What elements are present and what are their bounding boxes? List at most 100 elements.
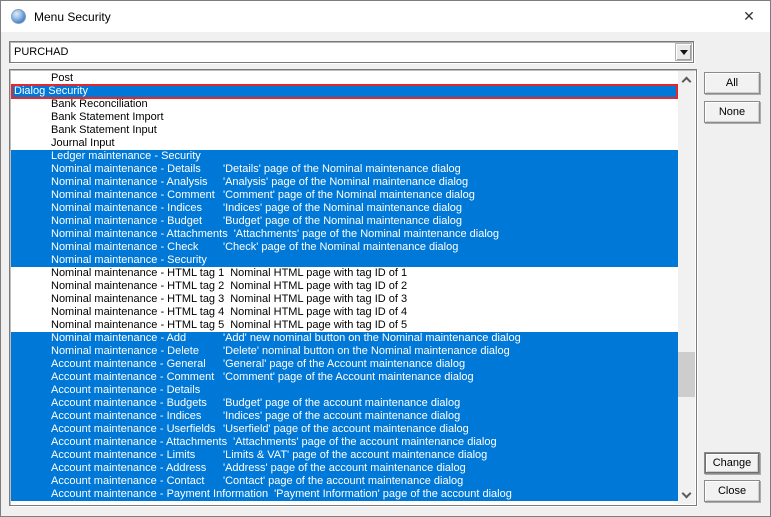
list-item[interactable]: Bank Reconciliation (11, 98, 678, 111)
list-item[interactable]: Bank Statement Import (11, 111, 678, 124)
list-item-desc: 'Payment Information' page of the accoun… (274, 488, 512, 500)
list-item-label: Nominal maintenance - HTML tag 4 (51, 306, 225, 318)
scroll-down-icon[interactable] (678, 487, 695, 504)
list-item-desc: Nominal HTML page with tag ID of 2 (230, 280, 408, 292)
list-item-desc: 'Delete' nominal button on the Nominal m… (223, 345, 510, 357)
list-scrollbar[interactable] (678, 71, 695, 504)
list-item[interactable]: Account maintenance - Budgets 'Budget' pa… (11, 397, 678, 410)
all-button[interactable]: All (704, 72, 760, 94)
list-item[interactable]: Nominal maintenance - Comment 'Comment' p… (11, 189, 678, 202)
list-item-label: Account maintenance - Userfields (51, 423, 216, 435)
list-item-label: Bank Statement Input (51, 124, 157, 136)
list-item[interactable]: Dialog Security (11, 84, 678, 99)
list-item-label: Dialog Security (14, 85, 88, 97)
list-item[interactable]: Nominal maintenance - Security (11, 254, 678, 267)
list-item[interactable]: Journal Input (11, 137, 678, 150)
list-item[interactable]: Nominal maintenance - Budget 'Budget' pag… (11, 215, 678, 228)
list-item-label: Account maintenance - Limits (51, 449, 196, 461)
list-item-label: Account maintenance - Contact (51, 475, 205, 487)
list-item-label: Account maintenance - Indices (51, 410, 202, 422)
list-item-label: Account maintenance - Budgets (51, 397, 207, 409)
list-item-desc: 'Limits & VAT' page of the account maint… (223, 449, 488, 461)
list-item[interactable]: Account maintenance - Indices 'Indices' p… (11, 410, 678, 423)
list-item-desc: 'Check' page of the Nominal maintenance … (223, 241, 459, 253)
list-item[interactable]: Account maintenance - Comment 'Comment' p… (11, 371, 678, 384)
list-item-label: Nominal maintenance - Add (51, 332, 187, 344)
list-item-label: Nominal maintenance - Budget (51, 215, 203, 227)
list-item[interactable]: Nominal maintenance - HTML tag 3 Nominal … (11, 293, 678, 306)
list-item-desc: 'Attachments' page of the Nominal mainte… (233, 228, 500, 240)
list-item-desc: 'Budget' page of the Nominal maintenance… (223, 215, 463, 227)
list-item[interactable]: Nominal maintenance - Check 'Check' page … (11, 241, 678, 254)
app-icon (11, 9, 26, 24)
list-item-label: Nominal maintenance - Indices (51, 202, 203, 214)
list-item-desc: 'Comment' page of the Nominal maintenanc… (223, 189, 475, 201)
list-item-label: Nominal maintenance - Delete (51, 345, 199, 357)
scroll-up-icon[interactable] (678, 71, 695, 88)
list-item[interactable]: Nominal maintenance - Add 'Add' new nomin… (11, 332, 678, 345)
close-button[interactable]: Close (704, 480, 760, 502)
list-item[interactable]: Nominal maintenance - HTML tag 5 Nominal … (11, 319, 678, 332)
list-item-desc: 'General' page of the Account maintenanc… (223, 358, 466, 370)
combobox-dropdown-button[interactable] (675, 43, 692, 61)
list-item[interactable]: Account maintenance - Userfields 'Userfie… (11, 423, 678, 436)
list-item-label: Nominal maintenance - HTML tag 3 (51, 293, 225, 305)
title-bar: Menu Security ✕ (1, 1, 770, 32)
list-item-desc: 'Indices' page of the Nominal maintenanc… (223, 202, 463, 214)
list-item-desc: 'Details' page of the Nominal maintenanc… (223, 163, 461, 175)
list-item-desc: Nominal HTML page with tag ID of 5 (230, 319, 408, 331)
list-item-label: Bank Statement Import (51, 111, 164, 123)
list-item-label: Ledger maintenance - Security (51, 150, 201, 162)
list-item[interactable]: Nominal maintenance - HTML tag 2 Nominal … (11, 280, 678, 293)
scrollbar-thumb[interactable] (678, 352, 695, 397)
list-item[interactable]: Ledger maintenance - Security (11, 150, 678, 163)
list-item-label: Nominal maintenance - Security (51, 254, 207, 266)
list-item[interactable]: Nominal maintenance - Indices 'Indices' p… (11, 202, 678, 215)
list-item-label: Account maintenance - Address (51, 462, 207, 474)
change-button[interactable]: Change (704, 452, 760, 474)
list-item-label: Bank Reconciliation (51, 98, 148, 110)
list-item[interactable]: Account maintenance - Payment Informatio… (11, 488, 678, 501)
list-item[interactable]: Account maintenance - General 'General' p… (11, 358, 678, 371)
list-item-desc: 'Contact' page of the account maintenanc… (223, 475, 464, 487)
list-item[interactable]: Nominal maintenance - Analysis 'Analysis'… (11, 176, 678, 189)
list-item-desc: 'Budget' page of the account maintenance… (223, 397, 461, 409)
list-item[interactable]: Nominal maintenance - Delete 'Delete' nom… (11, 345, 678, 358)
list-item[interactable]: Account maintenance - Address 'Address' p… (11, 462, 678, 475)
menu-security-dialog: Menu Security ✕ PURCHAD Post Dialog Secur… (0, 0, 771, 517)
list-item[interactable]: Account maintenance - Details (11, 384, 678, 397)
list-item-label: Nominal maintenance - HTML tag 5 (51, 319, 225, 331)
none-button[interactable]: None (704, 101, 760, 123)
list-item-label: Nominal maintenance - Details (51, 163, 201, 175)
list-item[interactable]: Post (11, 72, 678, 85)
list-item-desc: 'Indices' page of the account maintenanc… (223, 410, 461, 422)
list-item[interactable]: Nominal maintenance - HTML tag 1 Nominal … (11, 267, 678, 280)
list-item-label: Nominal maintenance - HTML tag 1 (51, 267, 225, 279)
menu-security-list-rows: Post Dialog Security Bank Reconciliation Ba… (11, 72, 678, 501)
list-item-label: Post (51, 72, 74, 84)
list-item-desc: 'Userfield' page of the account maintena… (223, 423, 469, 435)
list-item-desc: 'Add' new nominal button on the Nominal … (223, 332, 521, 344)
list-item-label: Nominal maintenance - Attachments (51, 228, 228, 240)
list-item[interactable]: Account maintenance - Contact 'Contact' p… (11, 475, 678, 488)
list-item-desc: 'Analysis' page of the Nominal maintenan… (223, 176, 469, 188)
combobox-value: PURCHAD (14, 46, 69, 58)
list-item-label: Nominal maintenance - Analysis (51, 176, 208, 188)
list-item-label: Account maintenance - General (51, 358, 206, 370)
list-item[interactable]: Nominal maintenance - HTML tag 4 Nominal … (11, 306, 678, 319)
list-item[interactable]: Nominal maintenance - Details 'Details' p… (11, 163, 678, 176)
list-item[interactable]: Nominal maintenance - Attachments 'Attach… (11, 228, 678, 241)
window-title: Menu Security (34, 9, 111, 24)
profile-combobox[interactable]: PURCHAD (9, 41, 694, 63)
list-item[interactable]: Account maintenance - Attachments 'Attach… (11, 436, 678, 449)
list-item-desc: Nominal HTML page with tag ID of 3 (230, 293, 408, 305)
list-item[interactable]: Account maintenance - Limits 'Limits & VA… (11, 449, 678, 462)
list-item[interactable]: Bank Statement Input (11, 124, 678, 137)
list-item-label: Nominal maintenance - Comment (51, 189, 215, 201)
list-item-label: Account maintenance - Payment Informatio… (51, 488, 269, 500)
close-icon[interactable]: ✕ (736, 5, 762, 27)
list-item-label: Nominal maintenance - Check (51, 241, 199, 253)
list-item-label: Account maintenance - Attachments (51, 436, 228, 448)
menu-security-list[interactable]: Post Dialog Security Bank Reconciliation Ba… (9, 69, 697, 506)
list-item-desc: 'Comment' page of the Account maintenanc… (223, 371, 474, 383)
